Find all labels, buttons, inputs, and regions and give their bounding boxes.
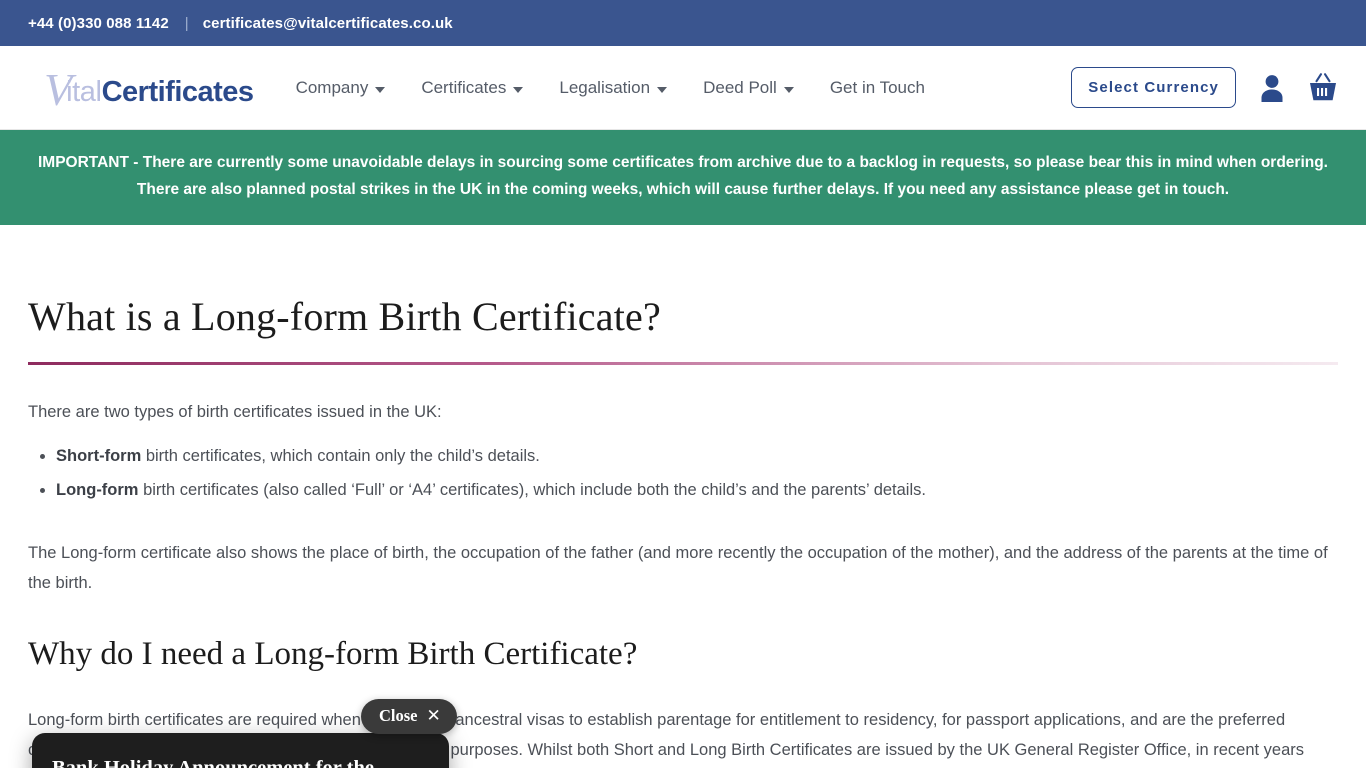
top-contact-bar: +44 (0)330 088 1142 | certificates@vital… — [0, 0, 1366, 46]
header-actions: Select Currency — [1071, 67, 1338, 108]
main-content: What is a Long-form Birth Certificate? T… — [0, 293, 1366, 768]
important-notice-banner: IMPORTANT - There are currently some una… — [0, 130, 1366, 226]
bullet-strong-1: Short-form — [56, 447, 142, 466]
announcement-popup: Bank Holiday Announcement for the Funera… — [32, 733, 449, 768]
basket-icon[interactable] — [1308, 72, 1338, 103]
nav-item-certificates[interactable]: Certificates — [421, 77, 524, 98]
bullet-rest-2: birth certificates (also called ‘Full’ o… — [138, 480, 926, 499]
nav-item-company[interactable]: Company — [296, 78, 386, 98]
popup-title: Bank Holiday Announcement for the Funera… — [52, 755, 429, 768]
nav-label-deed-poll: Deed Poll — [703, 77, 777, 97]
bullet-strong-2: Long-form — [56, 480, 139, 499]
list-item: Short-form birth certificates, which con… — [56, 441, 1338, 472]
site-logo[interactable]: Vital Certificates — [44, 64, 254, 115]
page-title: What is a Long-form Birth Certificate? — [28, 294, 661, 340]
chevron-down-icon — [657, 86, 668, 93]
chevron-down-icon — [375, 86, 386, 93]
nav-label-legalisation: Legalisation — [559, 77, 651, 97]
close-button-label: Close — [379, 706, 418, 726]
topbar-separator: | — [184, 14, 189, 32]
nav-label-get-in-touch: Get in Touch — [829, 77, 925, 97]
user-icon[interactable] — [1258, 73, 1286, 103]
notice-line-2: There are also planned postal strikes in… — [136, 180, 1230, 198]
phone-link[interactable]: +44 (0)330 088 1142 — [28, 15, 169, 32]
section-heading-why: Why do I need a Long-form Birth Certific… — [28, 636, 638, 673]
close-icon: ✕ — [426, 706, 441, 726]
chevron-down-icon — [513, 86, 524, 93]
nav-item-get-in-touch[interactable]: Get in Touch — [830, 78, 925, 98]
list-item: Long-form birth certificates (also calle… — [56, 475, 1338, 506]
popup-close-button[interactable]: Close ✕ — [361, 699, 457, 735]
logo-v-mark: V — [44, 64, 73, 115]
intro-paragraph: There are two types of birth certificate… — [28, 403, 442, 422]
chevron-down-icon — [783, 86, 794, 93]
site-header: Vital Certificates Company Certificates L… — [0, 46, 1366, 130]
nav-label-company: Company — [295, 77, 369, 97]
bullet-rest-1: birth certificates, which contain only t… — [141, 447, 540, 466]
main-navigation: Company Certificates Legalisation Deed P… — [296, 78, 1072, 98]
title-underline-rule — [28, 362, 1338, 366]
logo-text-certificates: Certificates — [101, 76, 254, 108]
nav-item-deed-poll[interactable]: Deed Poll — [703, 78, 794, 98]
nav-label-certificates: Certificates — [421, 77, 507, 97]
nav-item-legalisation[interactable]: Legalisation — [559, 77, 668, 98]
notice-line-1: There are currently some unavoidable del… — [142, 154, 1328, 171]
notice-label: IMPORTANT - — [37, 154, 143, 171]
certificate-types-list: Short-form birth certificates, which con… — [28, 441, 1338, 506]
long-form-details-paragraph: The Long-form certificate also shows the… — [28, 544, 1328, 593]
select-currency-button[interactable]: Select Currency — [1071, 67, 1236, 108]
email-link[interactable]: certificates@vitalcertificates.co.uk — [203, 15, 453, 32]
